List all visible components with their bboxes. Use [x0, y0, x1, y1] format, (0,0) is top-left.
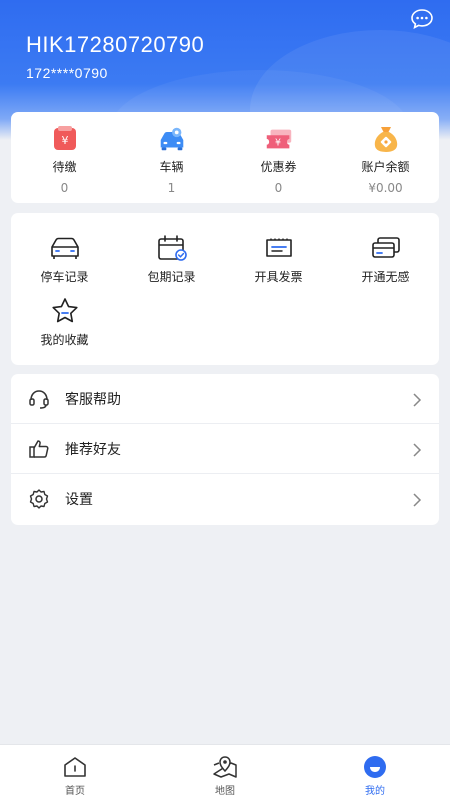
service-label: 开通无感 — [361, 270, 410, 284]
invoice-icon — [262, 233, 296, 263]
stat-value: ¥0.00 — [368, 181, 403, 195]
stat-label: 优惠券 — [260, 160, 297, 174]
service-label: 开具发票 — [254, 270, 303, 284]
chevron-right-icon — [411, 492, 423, 507]
car-icon — [156, 124, 188, 154]
coupon-icon: ¥ — [263, 124, 295, 154]
thumbs-up-icon — [28, 438, 50, 460]
svg-text:¥: ¥ — [61, 134, 68, 147]
stat-value: 1 — [167, 181, 176, 195]
gear-icon — [28, 488, 50, 510]
tab-home[interactable]: 首页 — [0, 745, 150, 800]
stat-label: 车辆 — [159, 160, 184, 174]
tab-label: 我的 — [365, 786, 385, 797]
tab-map[interactable]: 地图 — [150, 745, 300, 800]
stat-label: 账户余额 — [361, 160, 410, 174]
map-pin-icon — [212, 755, 238, 779]
stat-balance[interactable]: 账户余额 ¥0.00 — [332, 112, 439, 203]
menu-item-customer-help[interactable]: 客服帮助 — [11, 374, 439, 424]
enable-seamless-pay-button[interactable]: 开通无感 — [332, 233, 439, 296]
masked-phone: 172****0790 — [26, 65, 108, 81]
star-icon — [48, 296, 82, 326]
svg-text:¥: ¥ — [275, 138, 281, 149]
parking-car-icon — [48, 233, 82, 263]
profile-icon — [362, 755, 388, 779]
service-label: 包期记录 — [147, 270, 196, 284]
menu-item-label: 设置 — [65, 492, 93, 508]
pending-payment-icon: ¥ — [49, 124, 81, 154]
menu-item-label: 推荐好友 — [65, 441, 121, 458]
chevron-right-icon — [411, 442, 423, 457]
chat-bubble-icon[interactable] — [410, 8, 434, 30]
menu-item-label: 客服帮助 — [65, 391, 121, 408]
bottom-tab-bar: 首页 地图 我的 — [0, 744, 450, 800]
period-records-button[interactable]: 包期记录 — [118, 233, 225, 296]
menu-item-settings[interactable]: 设置 — [11, 474, 439, 524]
issue-invoice-button[interactable]: 开具发票 — [225, 233, 332, 296]
tab-profile[interactable]: 我的 — [300, 745, 450, 800]
chevron-right-icon — [411, 392, 423, 407]
stat-pending-payment[interactable]: ¥ 待缴 0 — [11, 112, 118, 203]
my-favorites-button[interactable]: 我的收藏 — [11, 296, 118, 359]
menu-item-recommend-friends[interactable]: 推荐好友 — [11, 424, 439, 474]
settings-menu-card: 客服帮助 推荐好友 设置 — [11, 374, 439, 525]
username: HIK17280720790 — [26, 32, 205, 57]
stat-value: 0 — [274, 181, 283, 195]
money-bag-icon — [370, 124, 402, 154]
stat-label: 待缴 — [52, 160, 77, 174]
services-card: 停车记录 包期记录 开具发票 开通无感 我的收藏 — [11, 213, 439, 365]
card-icon — [369, 233, 403, 263]
tab-label: 地图 — [215, 786, 235, 797]
account-summary-card: ¥ 待缴 0 车辆 1 ¥ 优惠券 0 账户余额 ¥0.00 — [11, 112, 439, 203]
stat-vehicles[interactable]: 车辆 1 — [118, 112, 225, 203]
headset-icon — [28, 388, 50, 410]
calendar-check-icon — [155, 233, 189, 263]
service-label: 停车记录 — [40, 270, 89, 284]
tab-label: 首页 — [65, 786, 85, 797]
service-label: 我的收藏 — [40, 333, 89, 347]
stat-value: 0 — [60, 181, 69, 195]
parking-records-button[interactable]: 停车记录 — [11, 233, 118, 296]
stat-coupons[interactable]: ¥ 优惠券 0 — [225, 112, 332, 203]
home-icon — [62, 755, 88, 779]
